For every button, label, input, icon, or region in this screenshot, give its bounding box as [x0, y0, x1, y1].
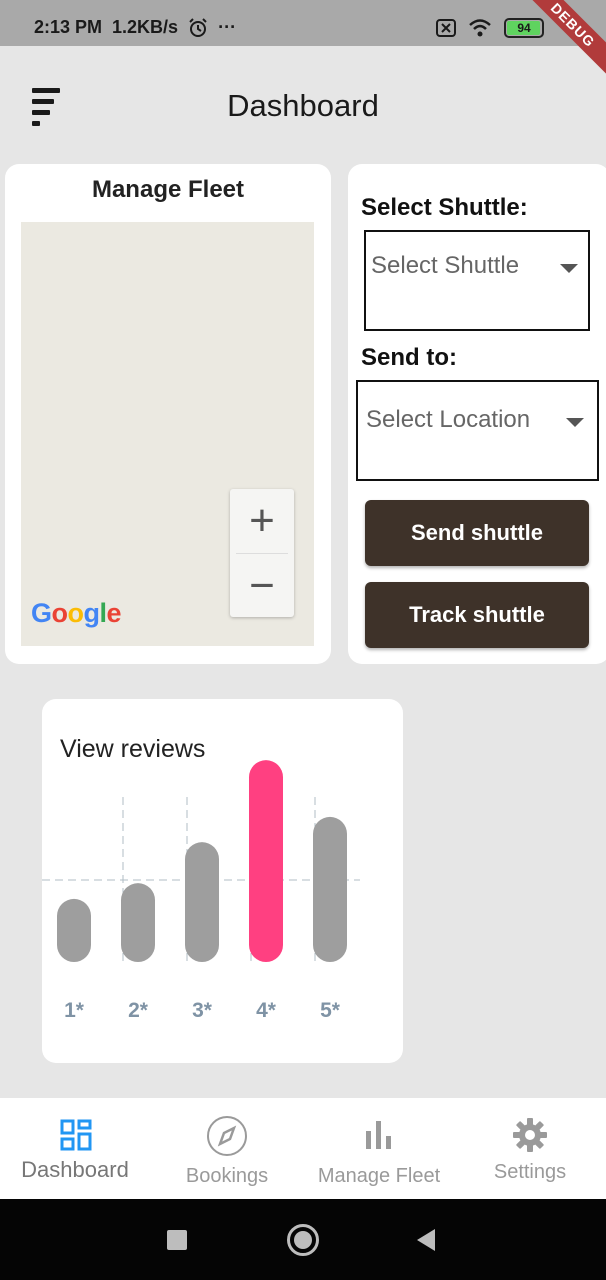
recents-button[interactable] — [167, 1230, 187, 1250]
chevron-down-icon — [566, 418, 584, 427]
chart-bar[interactable] — [121, 883, 155, 962]
battery-level: 94 — [517, 21, 531, 35]
nav-item-manage-fleet[interactable]: Manage Fleet — [304, 1098, 454, 1199]
select-location-placeholder: Select Location — [366, 406, 531, 433]
chart-tick-label: 2* — [128, 999, 149, 1022]
nav-item-dashboard[interactable]: Dashboard — [0, 1098, 150, 1199]
chart-tick-label: 5* — [320, 999, 341, 1022]
chart-tick-label: 1* — [64, 999, 85, 1022]
wifi-icon — [469, 19, 491, 37]
gear-icon — [513, 1118, 547, 1152]
chart-tick-label: 3* — [192, 999, 213, 1022]
shuttle-controls-card: Select Shuttle: Select Shuttle Send to: … — [348, 164, 606, 664]
nav-label-manage-fleet: Manage Fleet — [317, 1165, 441, 1187]
chart-bar[interactable] — [249, 760, 283, 962]
status-right: 94 — [436, 18, 544, 38]
system-navigation-bar — [0, 1199, 606, 1280]
dashboard-icon — [60, 1119, 92, 1151]
map-zoom-controls: + − — [230, 489, 294, 617]
chart-bar[interactable] — [185, 842, 219, 962]
select-location-dropdown[interactable]: Select Location — [356, 380, 599, 481]
send-shuttle-button[interactable]: Send shuttle — [365, 500, 589, 566]
zoom-out-button[interactable]: − — [230, 554, 294, 618]
bottom-navigation: Dashboard Bookings Manage Fleet Settings — [0, 1098, 606, 1199]
app-bar: Dashboard — [0, 46, 606, 166]
zoom-in-button[interactable]: + — [230, 489, 294, 553]
chevron-down-icon — [560, 264, 578, 273]
sim-off-icon — [436, 19, 456, 37]
nav-label-dashboard: Dashboard — [21, 1157, 129, 1182]
nav-item-bookings[interactable]: Bookings — [152, 1098, 302, 1199]
google-logo: Google — [31, 598, 122, 628]
track-shuttle-button[interactable]: Track shuttle — [365, 582, 589, 648]
home-button[interactable] — [287, 1224, 319, 1256]
send-to-label: Send to: — [361, 344, 457, 371]
alarm-icon — [189, 17, 207, 37]
nav-label-bookings: Bookings — [185, 1165, 269, 1187]
select-shuttle-dropdown[interactable]: Select Shuttle — [364, 230, 590, 331]
nav-label-settings: Settings — [493, 1161, 567, 1183]
chart-bar[interactable] — [313, 816, 347, 962]
fleet-card: Manage Fleet + − Google — [5, 164, 331, 664]
battery-indicator: 94 — [504, 18, 544, 38]
reviews-bar-chart: 1* 2* 3* 4* 5* — [42, 760, 360, 1022]
bar-chart-icon — [366, 1121, 391, 1149]
compass-icon — [207, 1116, 247, 1156]
page-title: Dashboard — [227, 88, 379, 123]
home-button-inner — [294, 1231, 312, 1249]
status-time: 2:13 PM — [34, 17, 103, 37]
back-icon[interactable] — [415, 1228, 437, 1252]
chart-tick-label: 4* — [256, 999, 277, 1022]
chart-bar[interactable] — [57, 898, 91, 962]
fleet-card-title: Manage Fleet — [91, 176, 245, 203]
map-view[interactable]: + − Google — [21, 222, 314, 646]
select-shuttle-placeholder: Select Shuttle — [371, 252, 520, 279]
status-network-speed: 1.2KB/s — [112, 17, 179, 37]
reviews-card[interactable]: View reviews 1* 2* 3* 4* 5* — [42, 699, 403, 1063]
nav-item-settings[interactable]: Settings — [455, 1098, 605, 1199]
more-dots: ··· — [218, 17, 237, 37]
status-left: 2:13 PM 1.2KB/s ··· — [34, 17, 236, 38]
select-shuttle-label: Select Shuttle: — [361, 194, 528, 221]
status-bar: 2:13 PM 1.2KB/s ··· 94 DEBUG — [0, 0, 606, 79]
